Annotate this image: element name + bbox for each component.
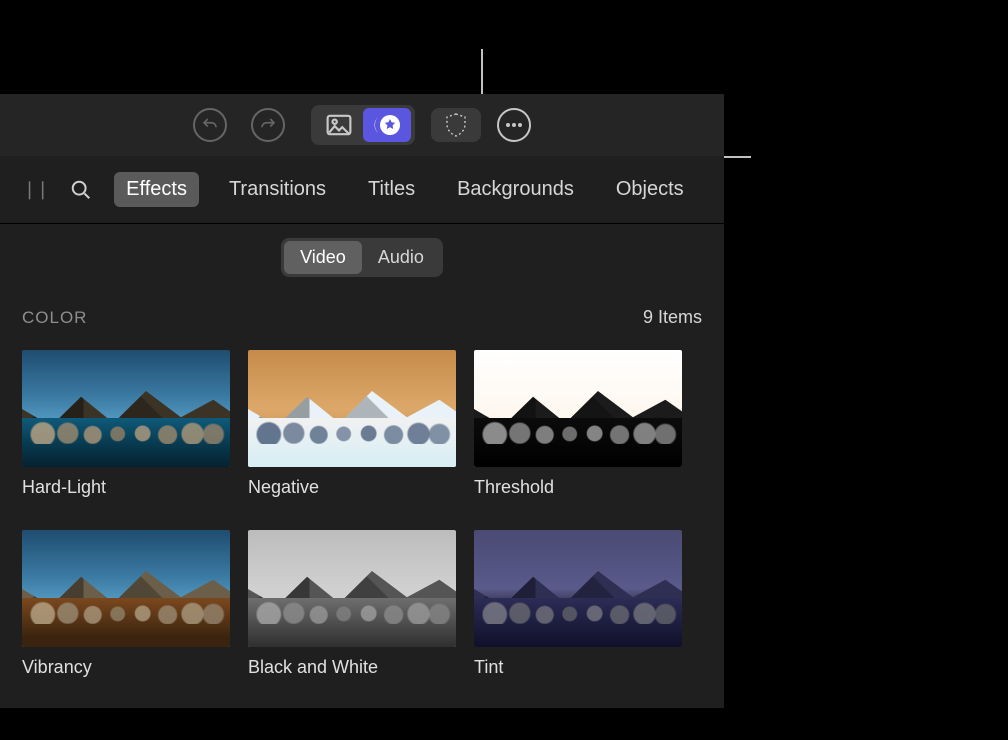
effect-thumbnail	[22, 530, 230, 647]
effect-label: Hard-Light	[22, 477, 230, 498]
effect-thumbnail	[474, 350, 682, 467]
shield-dotted-icon	[444, 112, 468, 138]
more-button[interactable]	[497, 108, 531, 142]
media-tab-audio[interactable]: Audio	[362, 241, 440, 274]
effects-browser-button[interactable]	[363, 108, 411, 142]
media-tab-video[interactable]: Video	[284, 241, 362, 274]
redo-icon	[259, 116, 277, 134]
effect-thumbnail	[474, 530, 682, 647]
media-browser-button[interactable]	[315, 108, 363, 142]
section-title: COLOR	[22, 308, 87, 328]
effect-label: Tint	[474, 657, 682, 678]
effect-label: Black and White	[248, 657, 456, 678]
section-header: COLOR 9 Items	[0, 283, 724, 340]
effect-thumbnail	[248, 530, 456, 647]
keyer-button[interactable]	[431, 108, 481, 142]
redo-button[interactable]	[251, 108, 285, 142]
effect-thumbnail	[248, 350, 456, 467]
media-type-segment: Video Audio	[281, 238, 443, 277]
search-icon[interactable]	[70, 179, 92, 201]
section-count: 9 Items	[643, 307, 702, 328]
browser-panel: ❘❘ Effects Transitions Titles Background…	[0, 94, 724, 708]
undo-button[interactable]	[193, 108, 227, 142]
effect-hard-light[interactable]: Hard-Light	[22, 350, 230, 498]
effect-label: Negative	[248, 477, 456, 498]
toolbar	[0, 94, 724, 156]
tab-effects[interactable]: Effects	[114, 172, 199, 207]
category-tabs: Effects Transitions Titles Backgrounds O…	[114, 172, 695, 207]
effects-grid: Hard-Light Negative Threshold Vibrancy B	[0, 340, 724, 708]
effect-negative[interactable]: Negative	[248, 350, 456, 498]
effect-label: Vibrancy	[22, 657, 230, 678]
effect-thumbnail	[22, 350, 230, 467]
effect-threshold[interactable]: Threshold	[474, 350, 682, 498]
tab-titles[interactable]: Titles	[356, 172, 427, 207]
callout-vertical-line	[481, 49, 483, 98]
tab-transitions[interactable]: Transitions	[217, 172, 338, 207]
sidebar-handle-icon[interactable]: ❘❘	[22, 179, 48, 200]
browser-segment	[311, 105, 415, 145]
effect-vibrancy[interactable]: Vibrancy	[22, 530, 230, 678]
ellipsis-icon	[505, 122, 523, 128]
tab-objects[interactable]: Objects	[604, 172, 696, 207]
tab-backgrounds[interactable]: Backgrounds	[445, 172, 586, 207]
effects-icon	[373, 113, 401, 137]
undo-icon	[201, 116, 219, 134]
effect-black-and-white[interactable]: Black and White	[248, 530, 456, 678]
effect-tint[interactable]: Tint	[474, 530, 682, 678]
history-group	[193, 108, 285, 142]
media-type-row: Video Audio	[0, 224, 724, 283]
category-bar: ❘❘ Effects Transitions Titles Background…	[0, 156, 724, 224]
image-icon	[326, 114, 352, 136]
effect-label: Threshold	[474, 477, 682, 498]
